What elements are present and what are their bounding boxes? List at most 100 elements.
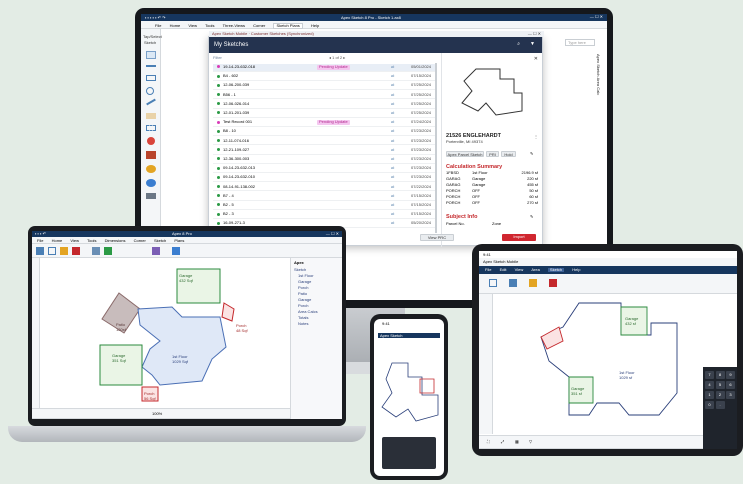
line-tool-icon[interactable] <box>146 65 156 67</box>
tablet-tab-file[interactable]: File <box>485 268 491 272</box>
rectangle-tool-icon[interactable] <box>146 75 156 81</box>
laptop-dimension-icon[interactable] <box>92 247 100 255</box>
sync-icon[interactable]: ⇌ <box>391 147 394 152</box>
laptop-draw-icon[interactable] <box>48 247 56 255</box>
search-input[interactable]: Type here <box>565 39 595 46</box>
sketch-row[interactable]: 12-01-201-039 ⇌ 07/25/2024 <box>213 110 435 118</box>
laptop-window-controls[interactable]: — ☐ ✕ <box>326 232 339 236</box>
sketch-row[interactable]: 12-36-300-003 ⇌ 07/23/2024 <box>213 156 435 164</box>
sketch-row[interactable]: Test Record 001 Pending Update ⇌ 07/24/2024 <box>213 119 435 127</box>
sketch-row[interactable]: B8 - 10 ⇌ 07/23/2024 <box>213 128 435 137</box>
tab-corner[interactable]: Corner <box>253 24 265 28</box>
tablet-area-icon[interactable] <box>529 279 537 287</box>
tab-sketch-plans[interactable]: Sketch Plans <box>273 23 303 29</box>
laptop-tab-view[interactable]: View <box>70 238 79 243</box>
sketch-row[interactable]: B2 - 3 ⇌ 07/15/2024 <box>213 211 435 219</box>
keypad-key[interactable]: 1 <box>705 391 714 399</box>
keypad-key[interactable]: 6 <box>726 381 735 389</box>
area-tool-icon[interactable] <box>146 113 156 119</box>
laptop-delete-icon[interactable] <box>72 247 80 255</box>
sync-icon[interactable]: ⇌ <box>391 92 394 97</box>
keypad-key[interactable]: 7 <box>705 371 714 379</box>
tablet-tab-area[interactable]: Area <box>531 268 539 272</box>
laptop-tab-corner[interactable]: Corner <box>134 238 146 243</box>
sync-icon[interactable]: ⇌ <box>391 203 394 207</box>
sketch-row[interactable]: 12-06-026-014 ⇌ 07/25/2024 <box>213 101 435 109</box>
tablet-sketch-canvas[interactable] <box>509 297 699 431</box>
circle-tool-icon[interactable] <box>146 87 154 95</box>
label-tool-icon[interactable] <box>146 165 156 173</box>
view-prc-button[interactable]: View PRC <box>420 234 454 241</box>
sync-icon[interactable]: ⇌ <box>391 157 394 161</box>
sync-icon[interactable]: ⇌ <box>391 193 394 198</box>
sketch-row[interactable]: B7 - 4 ⇌ 07/15/2024 <box>213 193 435 201</box>
tablet-tab-help[interactable]: Help <box>572 268 580 272</box>
laptop-zoom-icon[interactable] <box>172 247 180 255</box>
sync-icon[interactable]: ⇌ <box>391 175 394 179</box>
phone-sketch-canvas[interactable] <box>378 359 440 425</box>
import-button[interactable]: Import <box>502 234 536 241</box>
camera-tool-icon[interactable] <box>146 193 156 199</box>
laptop-select-icon[interactable] <box>36 247 44 255</box>
dialog-search-icon[interactable]: ⌕ <box>517 42 520 47</box>
sketch-row[interactable]: B56 - 1 ⇌ 07/25/2024 <box>213 92 435 100</box>
sketch-row[interactable]: 12-11-074-016 ⇌ 07/23/2024 <box>213 138 435 146</box>
panel-tree-item[interactable]: Notes <box>294 322 340 328</box>
filter-label[interactable]: Filter <box>213 56 222 60</box>
sketch-row[interactable]: 08-14-91-138-002 ⇌ 07/22/2024 <box>213 184 435 192</box>
laptop-layers-icon[interactable] <box>152 247 160 255</box>
sync-icon[interactable]: ⇌ <box>391 129 394 133</box>
keypad-key[interactable]: 8 <box>715 371 725 379</box>
sketch-row[interactable]: 19-14-23-632-018 Pending Update ⇌ 05/01/202… <box>213 64 435 72</box>
sync-icon[interactable]: ⇌ <box>391 111 394 115</box>
hold-button[interactable]: Hold <box>501 151 516 157</box>
tab-tools[interactable]: Tools <box>205 24 214 28</box>
tablet-expand-icon[interactable]: ⤢ <box>501 440 504 444</box>
tablet-filter-icon[interactable]: ▽ <box>529 440 532 444</box>
tablet-select-icon[interactable] <box>489 279 497 287</box>
sketch-row[interactable]: B4 - 602 ⇌ 07/15/2024 <box>213 73 435 81</box>
pri-button[interactable]: PRI <box>486 151 499 157</box>
angle-tool-icon[interactable] <box>146 98 156 106</box>
laptop-tab-file[interactable]: File <box>37 238 43 243</box>
sync-icon[interactable]: ⇌ <box>391 65 394 69</box>
sketch-row[interactable]: 12-21-109-027 ⇌ 07/23/2024 <box>213 147 435 155</box>
laptop-tab-plans[interactable]: Plans <box>174 238 184 243</box>
laptop-tab-home[interactable]: Home <box>52 238 63 243</box>
sketch-row[interactable]: 12-06-200-039 ⇌ 07/25/2024 <box>213 82 435 91</box>
sync-icon[interactable]: ⇌ <box>391 74 394 78</box>
laptop-area-icon[interactable] <box>60 247 68 255</box>
sync-icon[interactable]: ⇌ <box>391 83 394 87</box>
window-controls[interactable]: — ☐ ✕ <box>590 15 603 19</box>
sketch-row[interactable]: 09-14-23-632-013 ⇌ 07/23/2024 <box>213 165 435 173</box>
close-detail-icon[interactable]: ✕ <box>534 57 538 62</box>
sketch-row[interactable]: B2 - 5 ⇌ 07/15/2024 <box>213 202 435 210</box>
sketch-row[interactable]: 09-14-23-632-010 ⇌ 07/23/2024 <box>213 174 435 183</box>
keypad-key[interactable]: 9 <box>726 371 735 379</box>
tablet-tab-sketch[interactable]: Sketch <box>547 268 565 272</box>
dimension-tool-icon[interactable] <box>146 125 156 131</box>
tablet-tab-edit[interactable]: Edit <box>500 268 507 272</box>
tablet-tab-view[interactable]: View <box>515 268 524 272</box>
sync-icon[interactable]: ⇌ <box>391 212 394 216</box>
keypad-key[interactable]: 3 <box>726 391 735 399</box>
tab-file[interactable]: File <box>155 24 161 28</box>
keypad-key[interactable]: 0 <box>705 401 714 409</box>
keypad-key[interactable]: . <box>715 401 725 409</box>
tab-home[interactable]: Home <box>170 24 181 28</box>
keypad-key[interactable]: 4 <box>705 381 714 389</box>
phone-keypad[interactable] <box>382 437 436 469</box>
house-tool-icon[interactable] <box>146 151 156 159</box>
dialog-filter-icon[interactable]: ▼ <box>530 42 535 47</box>
laptop-label-icon[interactable] <box>104 247 112 255</box>
sync-icon[interactable]: ⇌ <box>391 184 394 189</box>
laptop-zoom-level[interactable]: 100% <box>152 412 162 416</box>
sync-icon[interactable]: ⇌ <box>391 221 394 225</box>
tablet-draw-icon[interactable] <box>509 279 517 287</box>
sync-icon[interactable]: ⇌ <box>391 166 394 170</box>
edit-icon[interactable]: ✎ <box>530 152 533 156</box>
apex-parcel-sketch-button[interactable]: Apex Parcel Sketch <box>446 151 484 157</box>
laptop-tab-dimensions[interactable]: Dimensions <box>105 238 126 243</box>
tablet-grid-icon[interactable]: ▦ <box>515 440 519 444</box>
tablet-fit-icon[interactable]: ⛶ <box>487 440 490 444</box>
